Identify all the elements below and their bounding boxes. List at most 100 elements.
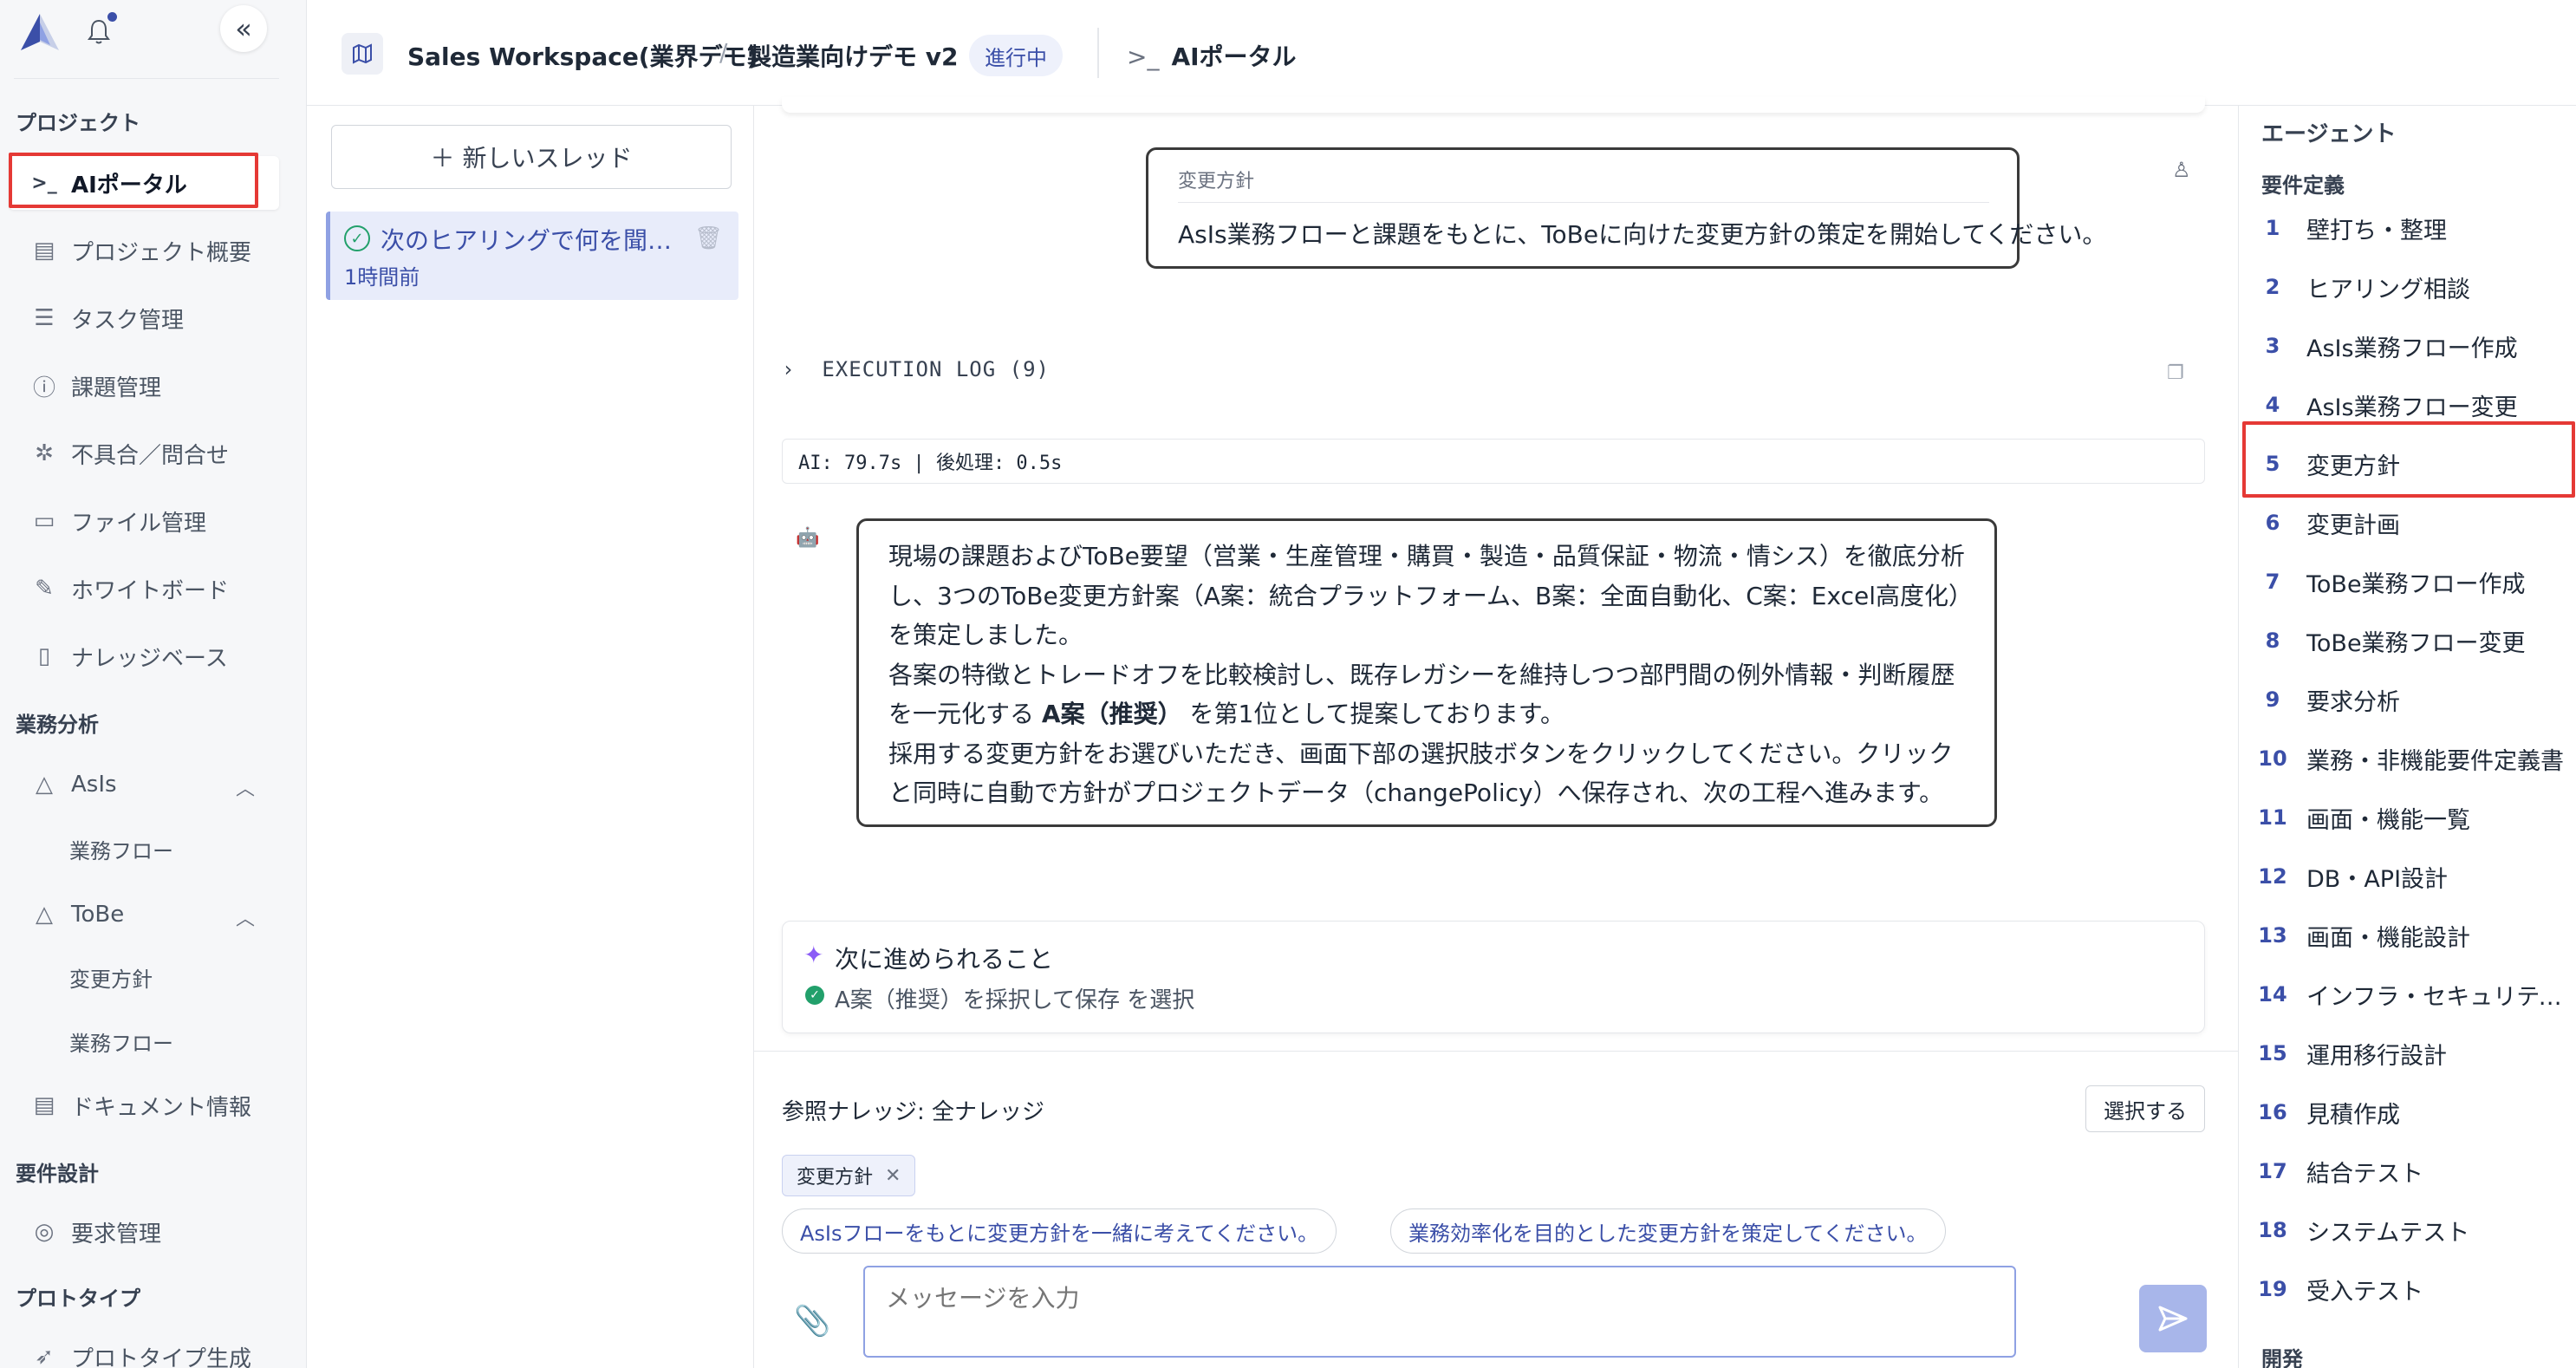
- sidebar-item-requirements-management[interactable]: ◎ 要求管理: [9, 1205, 279, 1259]
- sidebar-subitem-tobe-business-flow[interactable]: 業務フロー: [69, 1019, 173, 1063]
- sidebar-item-project-overview[interactable]: ▤ プロジェクト概要: [9, 224, 279, 277]
- agent-number: 2: [2265, 275, 2280, 299]
- next-steps-title: 次に進められること: [835, 945, 1054, 974]
- map-button[interactable]: [342, 33, 383, 75]
- close-icon[interactable]: ✕: [885, 1165, 901, 1187]
- agent-item-9[interactable]: 9 要求分析: [2239, 673, 2576, 726]
- sidebar-item-label: 不具合／問合せ: [71, 442, 230, 469]
- header-portal-title: >_ AIポータル: [1127, 38, 1297, 73]
- trash-icon[interactable]: 🗑: [694, 225, 723, 251]
- agent-item-3[interactable]: 3 AsIs業務フロー作成: [2239, 319, 2576, 373]
- agent-item-17[interactable]: 17 結合テスト: [2239, 1144, 2576, 1198]
- agent-item-11[interactable]: 11 画面・機能一覧: [2239, 791, 2576, 844]
- sidebar-item-whiteboard[interactable]: ✎ ホワイトボード: [9, 562, 279, 616]
- app-window: « プロジェクト >_ AIポータル ▤ プロジェクト概要 ☰ タスク管理 ⓘ …: [0, 0, 2576, 1368]
- execution-log-toggle[interactable]: › EXECUTION LOG (9): [782, 357, 1050, 381]
- bot-icon: 🤖: [796, 527, 820, 549]
- terminal-icon: >_: [1127, 42, 1160, 71]
- paperclip-icon[interactable]: 📎: [794, 1304, 830, 1339]
- sidebar: « プロジェクト >_ AIポータル ▤ プロジェクト概要 ☰ タスク管理 ⓘ …: [0, 0, 307, 1368]
- agent-item-5[interactable]: 5 変更方針: [2239, 437, 2576, 491]
- breadcrumb-workspace[interactable]: Sales Workspace(業界デモ): [407, 38, 758, 73]
- suggestion-chip[interactable]: AsIsフローをもとに変更方針を一緒に考えてください。: [782, 1208, 1337, 1254]
- send-button[interactable]: [2139, 1285, 2207, 1352]
- agent-item-16[interactable]: 16 見積作成: [2239, 1085, 2576, 1139]
- copy-icon[interactable]: ❐: [2167, 362, 2184, 384]
- message-input[interactable]: [863, 1266, 2016, 1358]
- agent-item-1[interactable]: 1 壁打ち・整理: [2239, 201, 2576, 255]
- agent-item-18[interactable]: 18 システムテスト: [2239, 1203, 2576, 1257]
- next-steps-card: ✦ 次に進められること ✓ A案（推奨）を採択して保存 を選択: [782, 921, 2205, 1033]
- new-thread-button[interactable]: ＋ 新しいスレッド: [331, 125, 732, 189]
- sidebar-item-prototype-generation[interactable]: ➶ プロトタイプ生成: [9, 1330, 279, 1368]
- next-step-option[interactable]: A案（推奨）を採択して保存 を選択: [835, 982, 1194, 1014]
- agent-label: ToBe業務フロー変更: [2306, 629, 2526, 657]
- user-message-label: 変更方針: [1178, 171, 1255, 192]
- chevron-up-icon[interactable]: ︿: [236, 903, 255, 931]
- document-icon: ▤: [33, 1092, 55, 1118]
- agent-number: 19: [2258, 1277, 2287, 1301]
- agent-item-14[interactable]: 14 インフラ・セキュリティ...: [2239, 967, 2576, 1021]
- sidebar-item-knowledge-base[interactable]: ▯ ナレッジベース: [9, 629, 279, 683]
- section-prototype: プロトタイプ: [16, 1287, 140, 1311]
- thread-title: 次のヒアリングで何を聞く...: [381, 226, 693, 255]
- sidebar-item-file-management[interactable]: ▭ ファイル管理: [9, 494, 279, 548]
- agent-item-8[interactable]: 8 ToBe業務フロー変更: [2239, 614, 2576, 668]
- agent-number: 3: [2265, 334, 2280, 358]
- sidebar-item-document-info[interactable]: ▤ ドキュメント情報: [9, 1078, 279, 1132]
- sidebar-subitem-asis-business-flow[interactable]: 業務フロー: [69, 827, 173, 870]
- agent-item-7[interactable]: 7 ToBe業務フロー作成: [2239, 555, 2576, 609]
- agent-label: 運用移行設計: [2306, 1042, 2447, 1070]
- agent-label: 結合テスト: [2306, 1160, 2423, 1188]
- agent-number: 5: [2265, 452, 2280, 476]
- checklist-icon: ☰: [34, 305, 55, 331]
- thread-item[interactable]: ✓ 次のヒアリングで何を聞く... 1時間前 🗑: [326, 212, 738, 300]
- chevron-up-icon[interactable]: ︿: [236, 773, 255, 801]
- agent-label: AsIs業務フロー作成: [2306, 335, 2518, 362]
- select-knowledge-button[interactable]: 選択する: [2085, 1085, 2205, 1132]
- agent-item-12[interactable]: 12 DB・API設計: [2239, 850, 2576, 903]
- sidebar-item-label: ファイル管理: [71, 510, 207, 537]
- collapse-sidebar-button[interactable]: «: [220, 5, 267, 52]
- sidebar-top: «: [0, 0, 307, 76]
- agent-item-4[interactable]: 4 AsIs業務フロー変更: [2239, 378, 2576, 432]
- app-logo-icon[interactable]: [17, 12, 62, 52]
- agent-label: 画面・機能一覧: [2306, 806, 2470, 834]
- agent-item-6[interactable]: 6 変更計画: [2239, 496, 2576, 550]
- agent-item-13[interactable]: 13 画面・機能設計: [2239, 909, 2576, 962]
- agent-number: 6: [2265, 511, 2280, 535]
- suggestion-chip[interactable]: 業務効率化を目的とした変更方針を策定してください。: [1390, 1208, 1946, 1254]
- agent-number: 16: [2258, 1100, 2287, 1124]
- ai-message-paragraph-2: 各案の特徴とトレードオフを比較検討し、既存レガシーを維持しつつ部門間の例外情報・…: [888, 655, 1965, 734]
- sidebar-item-label: プロトタイプ生成: [71, 1345, 252, 1368]
- sidebar-item-asis[interactable]: △ AsIs ︿: [9, 758, 279, 811]
- sidebar-item-label: AsIs: [71, 772, 117, 798]
- agent-label: システムテスト: [2306, 1219, 2470, 1247]
- check-circle-filled-icon: ✓: [805, 986, 824, 1005]
- agent-label: ToBe業務フロー作成: [2306, 570, 2526, 598]
- sidebar-item-tobe[interactable]: △ ToBe ︿: [9, 888, 279, 941]
- agent-item-15[interactable]: 15 運用移行設計: [2239, 1026, 2576, 1080]
- agent-number: 1: [2265, 216, 2280, 240]
- sidebar-subitem-tobe-change-policy[interactable]: 変更方針: [69, 955, 153, 999]
- terminal-icon: >_: [31, 172, 57, 194]
- folder-icon: ▭: [33, 508, 55, 534]
- agent-item-2[interactable]: 2 ヒアリング相談: [2239, 260, 2576, 314]
- sidebar-item-label: タスク管理: [71, 307, 185, 334]
- agent-number: 10: [2258, 746, 2287, 771]
- triangle-icon: △: [36, 772, 53, 798]
- triangle-icon: △: [36, 902, 53, 928]
- knowledge-reference-label: 参照ナレッジ: 全ナレッジ: [782, 1099, 1045, 1125]
- section-business-analysis: 業務分析: [16, 713, 99, 737]
- agent-number: 12: [2258, 864, 2287, 889]
- sidebar-item-task-management[interactable]: ☰ タスク管理: [9, 291, 279, 345]
- agent-item-19[interactable]: 19 受入テスト: [2239, 1262, 2576, 1316]
- breadcrumb-project[interactable]: 製造業向けデモ v2: [747, 38, 958, 73]
- sidebar-item-ai-portal[interactable]: >_ AIポータル: [9, 156, 279, 210]
- sidebar-item-bugs-inquiries[interactable]: ✲ 不具合／問合せ: [9, 427, 279, 480]
- agent-number: 8: [2265, 629, 2280, 653]
- agent-item-10[interactable]: 10 業務・非機能要件定義書: [2239, 732, 2576, 785]
- sidebar-item-issue-management[interactable]: ⓘ 課題管理: [9, 359, 279, 413]
- bug-icon: ✲: [35, 440, 54, 466]
- agent-label: インフラ・セキュリティ...: [2306, 983, 2566, 1011]
